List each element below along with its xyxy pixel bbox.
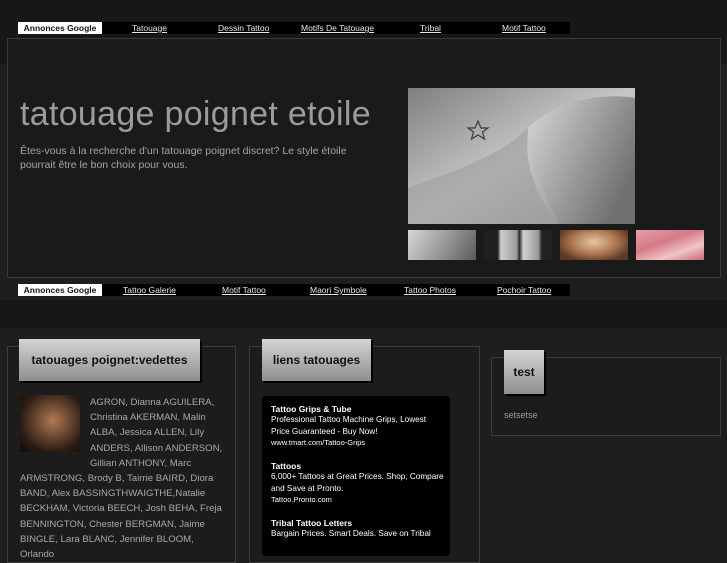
- vedettes-panel: tatouages poignet:vedettes AGRON, Dianna…: [7, 339, 236, 563]
- ad-bar-label: Annonces Google: [18, 284, 102, 296]
- ad-url[interactable]: Tattoo.Pronto.com: [271, 495, 446, 504]
- ad-bar-label: Annonces Google: [18, 22, 102, 34]
- ad-link-tribal[interactable]: Tribal: [420, 22, 441, 34]
- ad-link-dessin-tattoo[interactable]: Dessin Tattoo: [218, 22, 269, 34]
- page-title: tatouage poignet etoile: [20, 95, 371, 133]
- hero-photo[interactable]: [408, 88, 635, 224]
- thumbnail-3[interactable]: [560, 230, 628, 260]
- thumbnail-strip: [408, 230, 708, 260]
- ad-title[interactable]: Tribal Tattoo Letters: [271, 518, 446, 528]
- celebrity-list: AGRON, Dianna AGUILERA, Christina AKERMA…: [20, 395, 225, 562]
- ad-link-pochoir-tattoo[interactable]: Pochoir Tattoo: [497, 284, 551, 296]
- ad-url[interactable]: www.tmart.com/Tattoo-Grips: [271, 438, 446, 447]
- liens-title: liens tatouages: [262, 339, 371, 381]
- test-text: setsetse: [504, 410, 538, 420]
- ad-link-tattoo-photos[interactable]: Tattoo Photos: [404, 284, 456, 296]
- ad-text: 6,000+ Tattoos at Great Prices. Shop, Co…: [271, 472, 444, 493]
- ad-link-tatouage[interactable]: Tatouage: [132, 22, 167, 34]
- ad-link-motifs-de-tatouage[interactable]: Motifs De Tatouage: [301, 22, 374, 34]
- thumbnail-2[interactable]: [484, 230, 552, 260]
- wrist-photo-graphic: [408, 88, 635, 224]
- ad-bar-middle: Annonces Google Tattoo Galerie Motif Tat…: [18, 284, 570, 296]
- ad-link-maori-symbole[interactable]: Maori Symbole: [310, 284, 367, 296]
- ad-title[interactable]: Tattoos: [271, 461, 446, 471]
- ad-item[interactable]: Tattoos 6,000+ Tattoos at Great Prices. …: [271, 461, 446, 504]
- thumbnail-1[interactable]: [408, 230, 476, 260]
- thumbnail-4[interactable]: [636, 230, 704, 260]
- hero-panel: tatouage poignet etoile Êtes-vous à la r…: [7, 38, 721, 278]
- ad-text: Bargain Prices. Smart Deals. Save on Tri…: [271, 529, 431, 538]
- ad-title[interactable]: Tattoo Grips & Tube: [271, 404, 446, 414]
- ad-link-motif-tattoo[interactable]: Motif Tattoo: [222, 284, 266, 296]
- vedettes-title: tatouages poignet:vedettes: [19, 339, 200, 381]
- test-title: test: [504, 350, 544, 394]
- ad-item[interactable]: Tribal Tattoo Letters Bargain Prices. Sm…: [271, 518, 446, 540]
- test-panel: test setsetse: [491, 350, 721, 436]
- hero-description: Êtes-vous à la recherche d'un tatouage p…: [20, 145, 347, 171]
- sponsored-links: Tattoo Grips & Tube Professional Tattoo …: [262, 396, 450, 556]
- ad-link-motif-tattoo[interactable]: Motif Tattoo: [502, 22, 546, 34]
- ad-link-tattoo-galerie[interactable]: Tattoo Galerie: [123, 284, 176, 296]
- ad-bar-top: Annonces Google Tatouage Dessin Tattoo M…: [18, 22, 570, 34]
- ad-item[interactable]: Tattoo Grips & Tube Professional Tattoo …: [271, 404, 446, 447]
- ad-text: Professional Tattoo Machine Grips, Lowes…: [271, 415, 427, 436]
- celebrity-portrait[interactable]: [20, 395, 80, 452]
- section-band: [0, 300, 727, 328]
- liens-panel: liens tatouages Tattoo Grips & Tube Prof…: [249, 339, 480, 563]
